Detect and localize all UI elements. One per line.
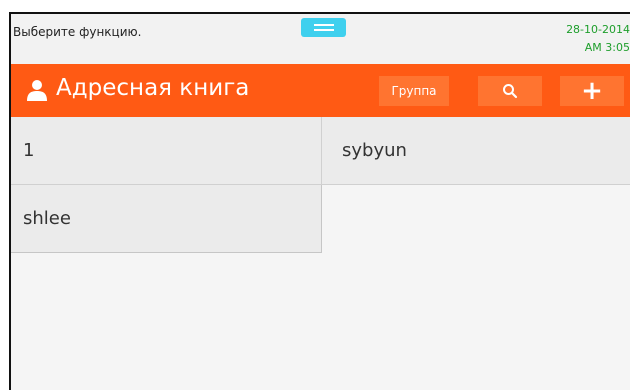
drag-handle-icon[interactable]: [301, 18, 346, 37]
group-button[interactable]: Группа: [379, 76, 449, 106]
device-screen: Выберите функцию. 28-10-2014 AM 3:05 Адр…: [9, 12, 630, 390]
contact-item[interactable]: sybyun: [322, 117, 630, 185]
search-icon: [503, 84, 518, 99]
contact-item[interactable]: shlee: [11, 185, 322, 253]
add-contact-button[interactable]: +: [560, 76, 624, 106]
status-bar: Выберите функцию. 28-10-2014 AM 3:05: [11, 14, 630, 64]
handle-line: [313, 29, 334, 31]
title-bar: Адресная книга Группа +: [11, 64, 630, 117]
contact-item[interactable]: 1: [11, 117, 322, 185]
search-button[interactable]: [478, 76, 542, 106]
status-time: AM 3:05: [584, 41, 630, 54]
page-title: Адресная книга: [56, 75, 250, 101]
handle-line: [313, 24, 334, 26]
person-icon: [27, 80, 47, 101]
status-date: 28-10-2014: [566, 23, 630, 36]
status-prompt: Выберите функцию.: [13, 25, 142, 39]
